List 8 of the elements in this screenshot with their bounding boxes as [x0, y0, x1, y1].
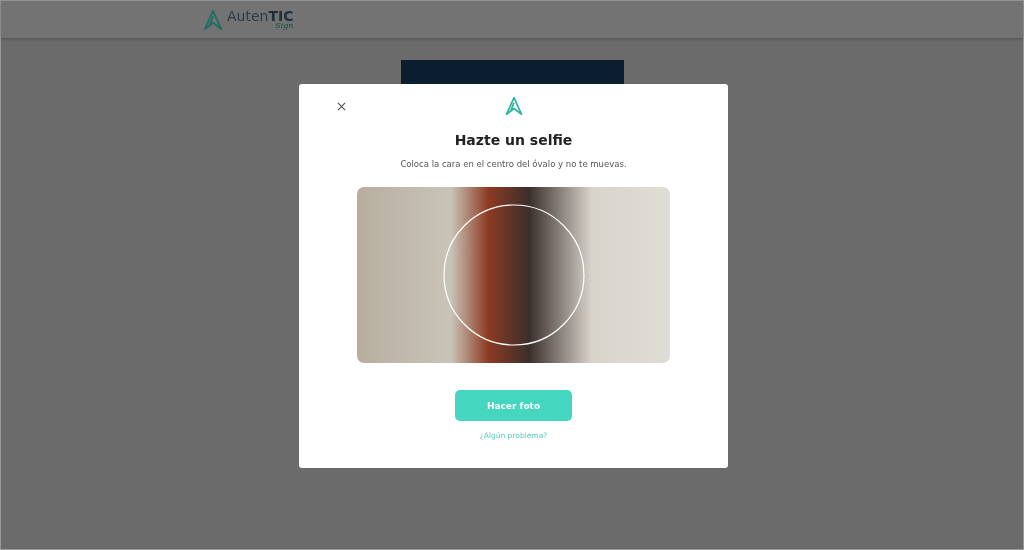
- close-icon: [336, 101, 346, 111]
- dialog-instruction: Coloca la cara en el centro del óvalo y no te muevas.: [400, 159, 627, 169]
- logo-tagline: Sign: [275, 22, 294, 30]
- brand-mark-icon: [503, 96, 524, 116]
- dialog-title: Hazte un selfie: [454, 132, 573, 148]
- logo-mark-icon: [202, 8, 224, 31]
- take-photo-button[interactable]: Hacer foto: [455, 390, 572, 421]
- logo-wordmark: AutenTIC: [227, 9, 294, 23]
